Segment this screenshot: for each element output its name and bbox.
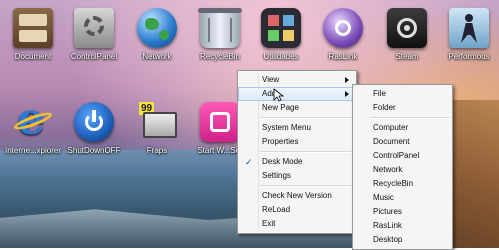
submenu-item-file[interactable]: File (353, 87, 452, 101)
menu-item-label: Desk Mode (262, 157, 303, 166)
utilities-folder-icon (261, 8, 301, 48)
submenu-arrow-icon (345, 91, 349, 97)
menu-item-add[interactable]: Add (238, 87, 356, 101)
menu-separator (260, 151, 354, 153)
menu-item-label: Properties (262, 137, 299, 146)
menu-item-label: Pictures (373, 207, 402, 216)
menu-separator (260, 117, 354, 119)
add-submenu: File Folder Computer Document ControlPan… (352, 84, 453, 250)
internet-explorer-icon (13, 94, 53, 145)
menu-item-label: Desktop (373, 235, 403, 244)
desktop-icon-label: Performous (448, 52, 490, 61)
desktop-icon-label: ControlPanel (70, 52, 118, 61)
control-panel-icon (74, 8, 114, 48)
desktop-icon-label: Network (142, 52, 172, 61)
desktop-icon-label: RecycleBin (199, 52, 240, 61)
desktop-icon-label: Fraps (146, 146, 168, 155)
submenu-item-document[interactable]: Document (353, 135, 452, 149)
desktop-icon-document[interactable]: Document (0, 8, 66, 61)
menu-item-label: View (262, 75, 280, 84)
desktop-icon-fraps[interactable]: Fraps (124, 102, 190, 155)
menu-item-label: RecycleBin (373, 179, 414, 188)
desktop-icon-label: Utilidades (263, 52, 299, 61)
steam-icon (387, 8, 427, 48)
fraps-icon (137, 102, 177, 142)
document-icon (13, 8, 53, 48)
menu-item-exit[interactable]: Exit (238, 217, 356, 231)
start-wamp-icon (200, 102, 240, 142)
submenu-item-pictures[interactable]: Pictures (353, 205, 452, 219)
desktop-icon-label: Document (14, 52, 52, 61)
menu-item-label: Computer (373, 123, 409, 132)
menu-item-label: ControlPanel (373, 151, 420, 160)
recycle-bin-icon (198, 8, 242, 48)
menu-item-label: Exit (262, 219, 276, 228)
desktop-icon-shutdown[interactable]: ShutDownOFF (61, 102, 127, 155)
menu-item-label: Folder (373, 103, 396, 112)
menu-item-label: System Menu (262, 123, 311, 132)
desktop-icon-label: ShutDownOFF (67, 146, 121, 155)
power-icon (74, 102, 114, 142)
desktop-icon-network[interactable]: Network (124, 8, 190, 61)
menu-item-new-page[interactable]: New Page (238, 101, 356, 115)
network-globe-icon (137, 8, 177, 48)
menu-separator (371, 117, 450, 119)
desktop-icon-label: Interne...xplorer (4, 146, 62, 155)
menu-item-view[interactable]: View (238, 73, 356, 87)
menu-item-label: ReLoad (262, 205, 291, 214)
desktop-icon-performous[interactable]: Performous (436, 8, 499, 61)
raslink-icon (323, 8, 363, 48)
menu-item-check-new-version[interactable]: Check New Version (238, 189, 356, 203)
desktop-icon-steam[interactable]: Steam (374, 8, 440, 61)
menu-item-properties[interactable]: Properties (238, 135, 356, 149)
desktop-icon-raslink[interactable]: RasLink (310, 8, 376, 61)
menu-item-label: File (373, 89, 386, 98)
desktop-icon-label: Steam (395, 52, 419, 61)
menu-item-label: RasLink (373, 221, 402, 230)
menu-item-label: New Page (262, 103, 299, 112)
desktop-icon-label: RasLink (328, 52, 358, 61)
submenu-arrow-icon (345, 77, 349, 83)
checkmark-icon: ✓ (245, 157, 253, 167)
menu-item-label: Document (373, 137, 410, 146)
menu-separator (260, 185, 354, 187)
desktop-icon-internet-explorer[interactable]: Interne...xplorer (0, 94, 66, 155)
submenu-item-music[interactable]: Music (353, 191, 452, 205)
menu-item-label: Music (373, 193, 394, 202)
submenu-item-network[interactable]: Network (353, 163, 452, 177)
submenu-item-controlpanel[interactable]: ControlPanel (353, 149, 452, 163)
desktop-context-menu: View Add New Page System Menu Properties… (237, 70, 357, 234)
menu-item-label: Network (373, 165, 403, 174)
submenu-item-folder[interactable]: Folder (353, 101, 452, 115)
desktop-icon-utilidades[interactable]: Utilidades (248, 8, 314, 61)
mouse-pointer-icon (273, 88, 285, 102)
desktop-icon-controlpanel[interactable]: ControlPanel (61, 8, 127, 61)
menu-item-settings[interactable]: Settings (238, 169, 356, 183)
submenu-item-desktop[interactable]: Desktop (353, 233, 452, 247)
submenu-item-computer[interactable]: Computer (353, 121, 452, 135)
submenu-item-recyclebin[interactable]: RecycleBin (353, 177, 452, 191)
menu-item-system-menu[interactable]: System Menu (238, 121, 356, 135)
performous-icon (449, 8, 489, 48)
menu-item-label: Settings (262, 171, 291, 180)
submenu-item-raslink[interactable]: RasLink (353, 219, 452, 233)
menu-item-desk-mode[interactable]: ✓ Desk Mode (238, 155, 356, 169)
menu-item-label: Check New Version (262, 191, 332, 200)
menu-item-reload[interactable]: ReLoad (238, 203, 356, 217)
desktop-icon-recyclebin[interactable]: RecycleBin (187, 8, 253, 61)
